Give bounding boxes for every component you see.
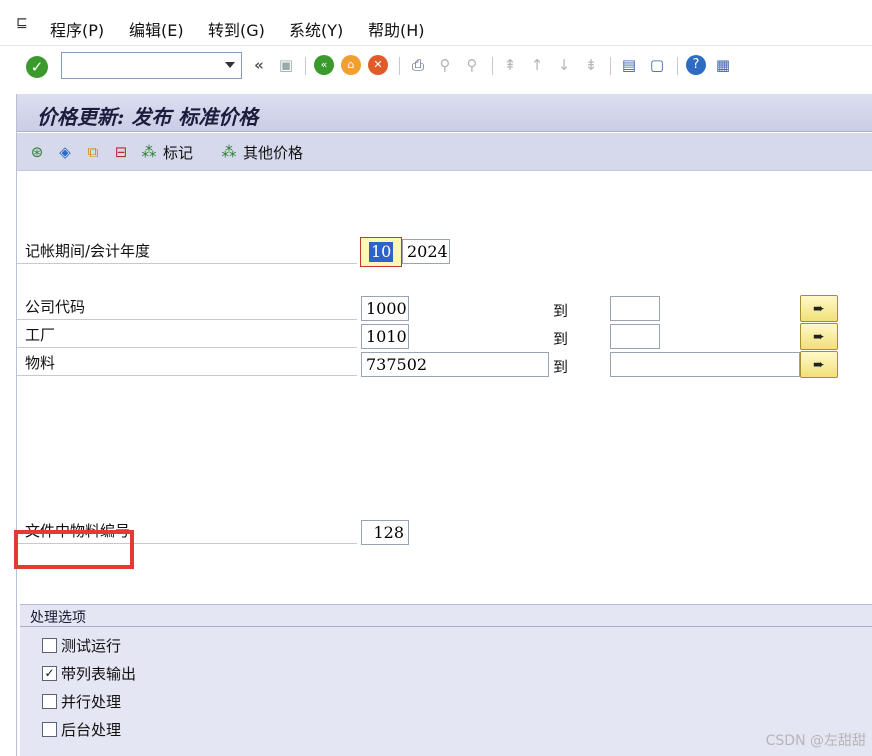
menu-help[interactable]: 帮助(H) [368, 17, 425, 41]
parallel-processing-checkbox[interactable] [42, 694, 57, 709]
company-code-from-input[interactable]: 1000 [361, 296, 409, 321]
chevron-down-icon[interactable] [225, 62, 235, 68]
system-menu-icon[interactable]: ⊑ [16, 15, 34, 31]
toolbar-divider [399, 57, 400, 75]
previous-page-icon[interactable]: ↑ [527, 55, 547, 75]
find-next-icon[interactable]: ⚲ [462, 55, 482, 75]
list-output-checkbox[interactable]: ✓ [42, 666, 57, 681]
menu-edit[interactable]: 编辑(E) [129, 17, 184, 41]
toolbar-divider [305, 57, 306, 75]
test-run-checkbox[interactable] [42, 638, 57, 653]
save-icon[interactable]: ▣ [276, 55, 296, 75]
mark-icon[interactable]: ⁂ [139, 142, 159, 162]
back-icon[interactable]: « [314, 55, 334, 75]
processing-options-header: 处理选项 [20, 605, 872, 627]
menu-program[interactable]: 程序(P) [50, 17, 104, 41]
get-variant-icon[interactable]: ◈ [55, 142, 75, 162]
watermark: CSDN @左甜甜 [765, 733, 866, 749]
shortcut-icon[interactable]: ▢ [647, 55, 667, 75]
plant-to-input[interactable] [610, 324, 660, 349]
enter-check-icon[interactable]: ✓ [26, 56, 48, 78]
fiscal-year-input[interactable]: 2024 [402, 239, 450, 264]
test-run-highlight-box [14, 530, 134, 569]
material-to-input[interactable] [610, 352, 800, 377]
material-multiple-selection-button[interactable]: ➨ [800, 351, 838, 378]
other-prices-button[interactable]: 其他价格 [243, 142, 303, 163]
material-label: 物料 [17, 352, 357, 376]
arrow-right-icon: ➨ [813, 357, 825, 373]
exit-icon[interactable]: ⌂ [341, 55, 361, 75]
last-page-icon[interactable]: ⇟ [581, 55, 601, 75]
execute-icon[interactable]: ⊛ [27, 142, 47, 162]
find-icon[interactable]: ⚲ [435, 55, 455, 75]
processing-options-group: 处理选项 测试运行 ✓ 带列表输出 并行处理 后台处理 [20, 604, 872, 756]
title-bar: 价格更新: 发布 标准价格 [17, 94, 872, 132]
toolbar-divider [677, 57, 678, 75]
cancel-icon[interactable]: ✕ [368, 55, 388, 75]
company-code-label: 公司代码 [17, 296, 357, 320]
application-toolbar: ⊛ ◈ ⧉ ⊟ ⁂ 标记 ⁂ 其他价格 [17, 133, 872, 171]
toolbar-divider [610, 57, 611, 75]
menu-bar: ⊑ 程序(P) 编辑(E) 转到(G) 系统(Y) 帮助(H) [0, 0, 872, 46]
company-code-multiple-selection-button[interactable]: ➨ [800, 295, 838, 322]
first-page-icon[interactable]: ⇞ [500, 55, 520, 75]
background-processing-label: 后台处理 [61, 721, 122, 739]
period-input[interactable]: 10 [369, 242, 394, 262]
command-field[interactable] [61, 52, 242, 79]
other-prices-icon[interactable]: ⁂ [219, 142, 239, 162]
arrow-right-icon: ➨ [813, 329, 825, 345]
delete-selection-icon[interactable]: ⊟ [111, 142, 131, 162]
next-page-icon[interactable]: ↓ [554, 55, 574, 75]
standard-toolbar: ✓ « ▣ « ⌂ ✕ ⎙ ⚲ ⚲ ⇞ ↑ ↓ ⇟ ▤ ▢ ? ▦ [0, 47, 872, 87]
menu-system[interactable]: 系统(Y) [289, 17, 343, 41]
company-code-to-input[interactable] [610, 296, 660, 321]
mark-button[interactable]: 标记 [163, 142, 193, 163]
plant-multiple-selection-button[interactable]: ➨ [800, 323, 838, 350]
print-icon[interactable]: ⎙ [408, 55, 428, 75]
period-label: 记帐期间/会计年度 [17, 240, 357, 264]
arrow-right-icon: ➨ [813, 301, 825, 317]
material-from-input[interactable]: 737502 [361, 352, 549, 377]
application-frame: 价格更新: 发布 标准价格 ⊛ ◈ ⧉ ⊟ ⁂ 标记 ⁂ 其他价格 记帐期间/会… [16, 94, 872, 756]
company-code-to-label: 到 [553, 302, 569, 320]
plant-from-input[interactable]: 1010 [361, 324, 409, 349]
test-run-label: 测试运行 [61, 637, 122, 655]
copy-icon[interactable]: ⧉ [83, 142, 103, 162]
customize-layout-icon[interactable]: ▦ [713, 55, 733, 75]
new-session-icon[interactable]: ▤ [619, 55, 639, 75]
menu-goto[interactable]: 转到(G) [208, 17, 265, 41]
plant-to-label: 到 [553, 330, 569, 348]
materials-per-file-input[interactable]: 128 [361, 520, 409, 545]
collapse-command-icon[interactable]: « [249, 55, 269, 75]
parallel-processing-label: 并行处理 [61, 693, 122, 711]
material-to-label: 到 [553, 358, 569, 376]
toolbar-divider [492, 57, 493, 75]
background-processing-checkbox[interactable] [42, 722, 57, 737]
plant-label: 工厂 [17, 324, 357, 348]
page-title: 价格更新: 发布 标准价格 [37, 105, 259, 129]
help-icon[interactable]: ? [686, 55, 706, 75]
processing-options-title: 处理选项 [30, 610, 86, 626]
list-output-label: 带列表输出 [61, 665, 137, 683]
